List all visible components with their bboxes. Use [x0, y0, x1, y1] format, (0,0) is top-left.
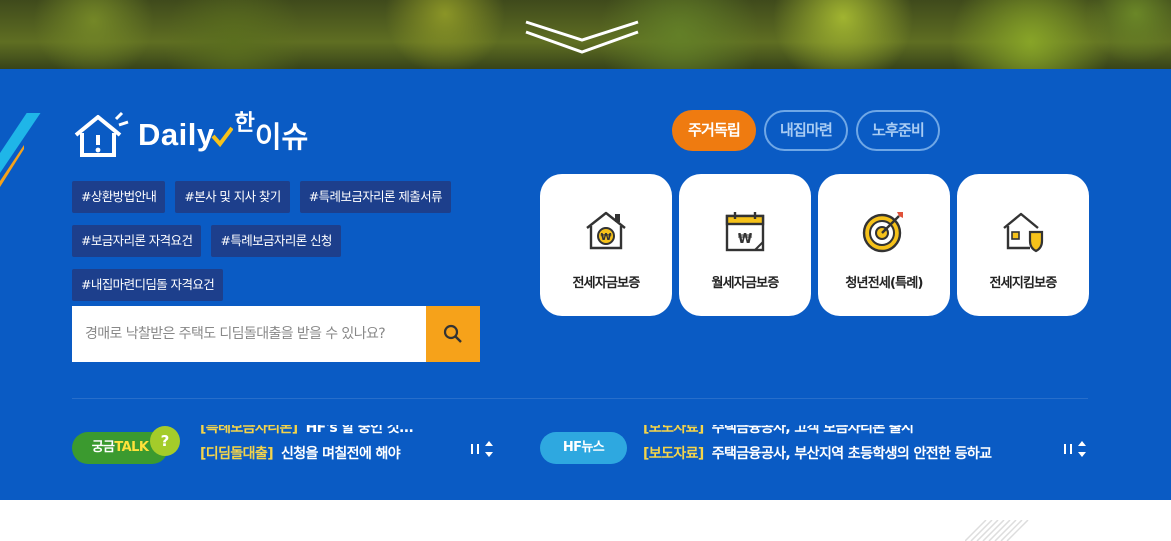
card-label: 월세자금보증: [711, 276, 780, 291]
news-ticker-item[interactable]: [보도자료] 주택금융공사, 부산지역 초등학생의 안전한 등하교: [643, 441, 1048, 465]
talk-badge-prefix: 궁금: [91, 440, 115, 455]
card-jeonse-protection-guarantee[interactable]: 전세지킴보증: [957, 174, 1089, 316]
hashtag-list: #상환방법안내 #본사 및 지사 찾기 #특례보금자리론 제출서류 #보금자리론…: [72, 181, 502, 313]
scroll-down-chevron-icon[interactable]: [524, 18, 640, 58]
logo-brand-text: Daily: [138, 117, 215, 152]
ticker-arrows: [485, 441, 493, 457]
tab-retirement[interactable]: 노후준비: [856, 110, 941, 151]
check-icon: [211, 126, 233, 148]
ticker-category: [디딤돌대출]: [200, 446, 274, 462]
ticker-text: HF's 할 중인 것...: [305, 425, 414, 436]
card-monthly-rent-guarantee[interactable]: ₩ 월세자금보증: [679, 174, 811, 316]
ticker-category: [보도자료]: [643, 425, 704, 436]
hashtag-didimdol-eligibility[interactable]: #내집마련디딤돌 자격요건: [72, 269, 224, 301]
hashtag-special-loan-documents[interactable]: #특례보금자리론 제출서류: [299, 181, 451, 213]
news-ticker: [보도자료] 주택금융공사, 고객 보금자리론 출시 [보도자료] 주택금융공사, …: [643, 425, 1048, 465]
arrow-down-icon[interactable]: [1078, 452, 1086, 457]
tab-home-purchase[interactable]: 내집마련: [764, 110, 849, 151]
tab-housing-independence[interactable]: 주거독립: [672, 110, 757, 151]
talk-badge-suffix: TALK: [114, 440, 149, 455]
search-bar: [72, 306, 480, 362]
logo-han-text: 한: [234, 111, 255, 136]
calendar-won-icon: ₩: [725, 212, 765, 252]
card-label: 전세지킴보증: [989, 276, 1058, 291]
ticker-text: 주택금융공사, 고객 보금자리론 출시: [711, 425, 914, 436]
news-ticker-item[interactable]: [보도자료] 주택금융공사, 고객 보금자리론 출시: [643, 425, 1048, 441]
ticker-text: 신청을 며칠전에 해야: [281, 446, 401, 462]
ticker-arrows: [1078, 441, 1086, 457]
category-tabs: 주거독립 내집마련 노후준비: [672, 110, 941, 151]
search-button[interactable]: [426, 306, 480, 362]
talk-ticker-controls: [471, 436, 501, 462]
pause-icon[interactable]: [1064, 444, 1072, 454]
ticker-category: [특례보금자리론]: [200, 425, 298, 436]
news-ticker-controls: [1064, 436, 1094, 462]
hero-banner-image: [0, 0, 1171, 70]
search-icon: [443, 324, 462, 343]
search-input[interactable]: [72, 306, 426, 362]
arrow-down-icon[interactable]: [485, 452, 493, 457]
hf-news-badge[interactable]: HF뉴스: [540, 432, 627, 464]
logo-issue-text: 이슈: [254, 120, 309, 154]
section-divider: [72, 398, 1088, 399]
hashtag-repayment[interactable]: #상환방법안내: [72, 181, 166, 213]
daily-issue-logo[interactable]: Daily 한 이슈: [72, 110, 308, 160]
ticker-text: 주택금융공사, 부산지역 초등학생의 안전한 등하교: [711, 446, 992, 462]
house-logo-icon: [74, 111, 129, 157]
service-cards: ₩ 전세자금보증 ₩ 월세자금보증 청년전세(특례) 전세지킴보증: [540, 174, 1089, 316]
hashtag-loan-eligibility[interactable]: #보금자리론 자격요건: [72, 225, 202, 257]
svg-text:₩: ₩: [600, 232, 611, 243]
card-label: 전세자금보증: [572, 276, 641, 291]
arrow-up-icon[interactable]: [485, 441, 493, 446]
talk-ticker-item[interactable]: [특례보금자리론] HF's 할 중인 것...: [200, 425, 455, 441]
hashtag-special-loan-apply[interactable]: #특례보금자리론 신청: [211, 225, 341, 257]
svg-text:₩: ₩: [738, 232, 753, 247]
target-icon: [862, 212, 903, 253]
talk-ticker: [특례보금자리론] HF's 할 중인 것... [디딤돌대출] 신청을 며칠전에 …: [200, 425, 455, 465]
talk-ticker-item[interactable]: [디딤돌대출] 신청을 며칠전에 해야: [200, 441, 455, 465]
house-shield-icon: [1003, 212, 1044, 253]
pause-icon[interactable]: [471, 444, 479, 454]
decorative-hatch-icon: [965, 520, 1029, 541]
arrow-up-icon[interactable]: [1078, 441, 1086, 446]
card-jeonse-loan-guarantee[interactable]: ₩ 전세자금보증: [540, 174, 672, 316]
question-icon: ?: [150, 426, 180, 456]
card-label: 청년전세(특례): [845, 276, 923, 291]
decorative-stripe-icon: [0, 113, 41, 187]
ticker-category: [보도자료]: [643, 446, 704, 462]
house-coin-icon: ₩: [586, 211, 626, 250]
hashtag-branch-finder[interactable]: #본사 및 지사 찾기: [175, 181, 290, 213]
card-youth-jeonse[interactable]: 청년전세(특례): [818, 174, 950, 316]
